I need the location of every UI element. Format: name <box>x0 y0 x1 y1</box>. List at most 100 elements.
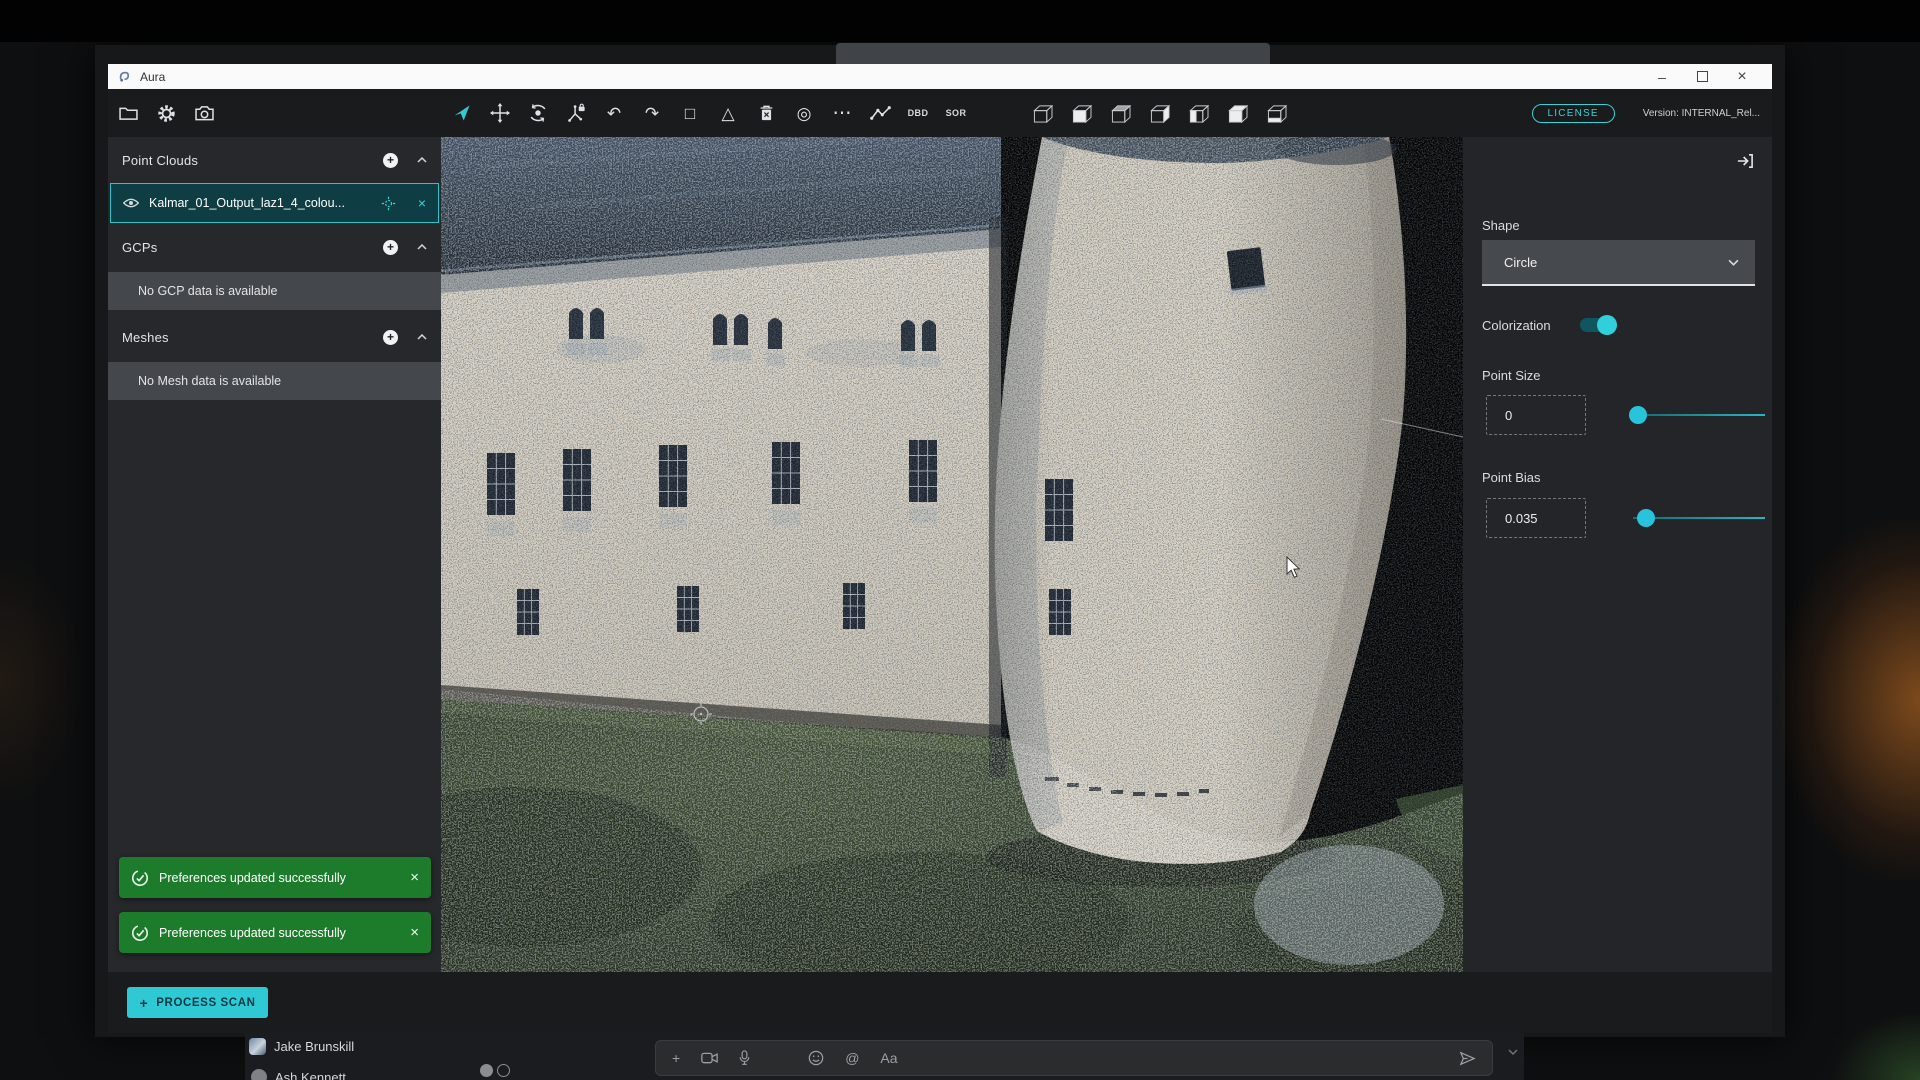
camera-icon[interactable] <box>192 101 216 125</box>
add-gcp-button[interactable]: + <box>383 240 398 255</box>
close-button[interactable]: × <box>1722 64 1762 89</box>
visibility-eye-icon[interactable] <box>123 198 139 208</box>
window-title: Aura <box>140 70 165 84</box>
view-bottom-icon[interactable] <box>1264 101 1288 125</box>
layers-sidebar: Point Clouds + Kalmar_01_Output_laz1_4_c… <box>108 137 441 972</box>
rectangle-select-icon[interactable]: □ <box>678 101 702 125</box>
avatar <box>480 1064 493 1077</box>
minimize-button[interactable]: – <box>1642 64 1682 89</box>
microphone-icon[interactable] <box>739 1050 750 1066</box>
video-camera-icon[interactable] <box>701 1052 718 1064</box>
point-bias-slider[interactable] <box>1633 517 1765 519</box>
point-bias-slider-handle[interactable] <box>1637 509 1655 527</box>
shape-dropdown[interactable]: Circle <box>1482 240 1755 286</box>
aura-window: Aura – × <box>108 64 1772 1033</box>
avatar <box>497 1064 510 1077</box>
toast-notification: Preferences updated successfully × <box>119 857 431 898</box>
desktop-screen: Jake Brunskill Ash Kennett + @ Aa <box>0 0 1920 1080</box>
desktop-wallpaper-left <box>0 560 80 800</box>
point-cloud-name: Kalmar_01_Output_laz1_4_colou... <box>149 196 371 210</box>
collapse-panel-icon[interactable] <box>1736 153 1754 169</box>
desktop-wallpaper-glow <box>1780 520 1920 880</box>
add-point-cloud-button[interactable]: + <box>383 153 398 168</box>
toast-notification: Preferences updated successfully × <box>119 912 431 953</box>
view-front-icon[interactable] <box>1069 101 1093 125</box>
view-right-icon[interactable] <box>1147 101 1171 125</box>
gcps-header: GCPs + <box>108 232 441 262</box>
triangle-select-icon[interactable]: △ <box>716 101 740 125</box>
redo-icon[interactable]: ↷ <box>640 101 664 125</box>
section-title: GCPs <box>122 240 157 255</box>
toolbar: ↶ ↷ □ △ ◎ ⋯ DBD SOR <box>108 89 1772 137</box>
point-cloud-render <box>441 137 1463 972</box>
shape-label: Shape <box>1482 218 1520 233</box>
measure-polyline-icon[interactable] <box>868 101 892 125</box>
orbit-rotate-icon[interactable] <box>526 101 550 125</box>
mention-icon[interactable]: @ <box>845 1050 859 1066</box>
check-circle-icon <box>131 869 149 887</box>
inspector-panel: Shape Circle Colorization Point Size Poi… <box>1463 137 1772 972</box>
chevron-up-icon[interactable] <box>417 334 427 340</box>
point-cloud-item-selected[interactable]: Kalmar_01_Output_laz1_4_colou... × <box>110 183 439 223</box>
contact-name: Ash Kennett <box>275 1070 346 1080</box>
point-size-label: Point Size <box>1482 368 1541 383</box>
navigate-cursor-icon[interactable] <box>450 101 474 125</box>
colorization-toggle[interactable] <box>1580 318 1616 332</box>
open-folder-icon[interactable] <box>116 101 140 125</box>
message-input-bar[interactable]: + @ Aa <box>655 1040 1493 1076</box>
toast-message: Preferences updated successfully <box>159 871 400 885</box>
point-size-slider[interactable] <box>1633 414 1765 416</box>
point-size-slider-handle[interactable] <box>1629 406 1647 424</box>
maximize-button[interactable] <box>1682 64 1722 89</box>
toast-message: Preferences updated successfully <box>159 926 400 940</box>
process-scan-label: PROCESS SCAN <box>156 997 255 1009</box>
target-center-icon[interactable]: ◎ <box>792 101 816 125</box>
colorization-label: Colorization <box>1482 318 1551 333</box>
meshes-header: Meshes + <box>108 322 441 352</box>
view-back-icon[interactable] <box>1108 101 1132 125</box>
point-size-input[interactable] <box>1486 395 1586 435</box>
license-badge[interactable]: LICENSE <box>1532 104 1615 123</box>
attach-plus-icon[interactable]: + <box>672 1050 680 1066</box>
pivot-lock-icon[interactable] <box>564 101 588 125</box>
mesh-empty-message: No Mesh data is available <box>108 362 441 400</box>
sor-filter-button[interactable]: SOR <box>944 101 968 125</box>
focus-crosshair-icon[interactable] <box>381 196 396 211</box>
chevron-down-icon[interactable] <box>1508 1049 1518 1055</box>
emoji-icon[interactable] <box>808 1050 824 1066</box>
toast-close-icon[interactable]: × <box>410 869 419 886</box>
section-title: Point Clouds <box>122 153 198 168</box>
desktop-wallpaper-green <box>1830 1010 1920 1080</box>
background-window-titlebar <box>836 43 1270 64</box>
add-mesh-button[interactable]: + <box>383 330 398 345</box>
avatar <box>249 1038 266 1055</box>
check-circle-icon <box>131 924 149 942</box>
chevron-up-icon[interactable] <box>417 157 427 163</box>
section-title: Meshes <box>122 330 169 345</box>
view-left-icon[interactable] <box>1186 101 1210 125</box>
delete-trash-icon[interactable] <box>754 101 778 125</box>
screen-top-strip <box>0 0 1920 42</box>
version-text: Version: INTERNAL_Rel... <box>1643 108 1760 119</box>
chat-contact-row[interactable]: Jake Brunskill <box>249 1038 354 1055</box>
format-icon[interactable]: Aa <box>880 1050 897 1066</box>
send-icon[interactable] <box>1459 1051 1476 1066</box>
move-tool-icon[interactable] <box>488 101 512 125</box>
chat-contact-row[interactable]: Ash Kennett <box>251 1069 346 1080</box>
undo-icon[interactable]: ↶ <box>602 101 626 125</box>
remove-point-cloud-icon[interactable]: × <box>418 195 426 211</box>
maximize-icon <box>1697 71 1708 82</box>
process-scan-button[interactable]: + PROCESS SCAN <box>127 987 268 1018</box>
toast-close-icon[interactable]: × <box>410 924 419 941</box>
point-bias-label: Point Bias <box>1482 470 1541 485</box>
toggle-knob <box>1597 315 1617 335</box>
more-ellipsis-icon[interactable]: ⋯ <box>830 101 854 125</box>
view-top-icon[interactable] <box>1225 101 1249 125</box>
view-cube-iso-icon[interactable] <box>1030 101 1054 125</box>
settings-gear-icon[interactable] <box>154 101 178 125</box>
viewport-3d[interactable] <box>441 137 1463 972</box>
dbd-filter-button[interactable]: DBD <box>906 101 930 125</box>
point-bias-input[interactable] <box>1486 498 1586 538</box>
chevron-up-icon[interactable] <box>417 244 427 250</box>
chat-bar: Jake Brunskill Ash Kennett + @ Aa <box>245 1033 1524 1080</box>
